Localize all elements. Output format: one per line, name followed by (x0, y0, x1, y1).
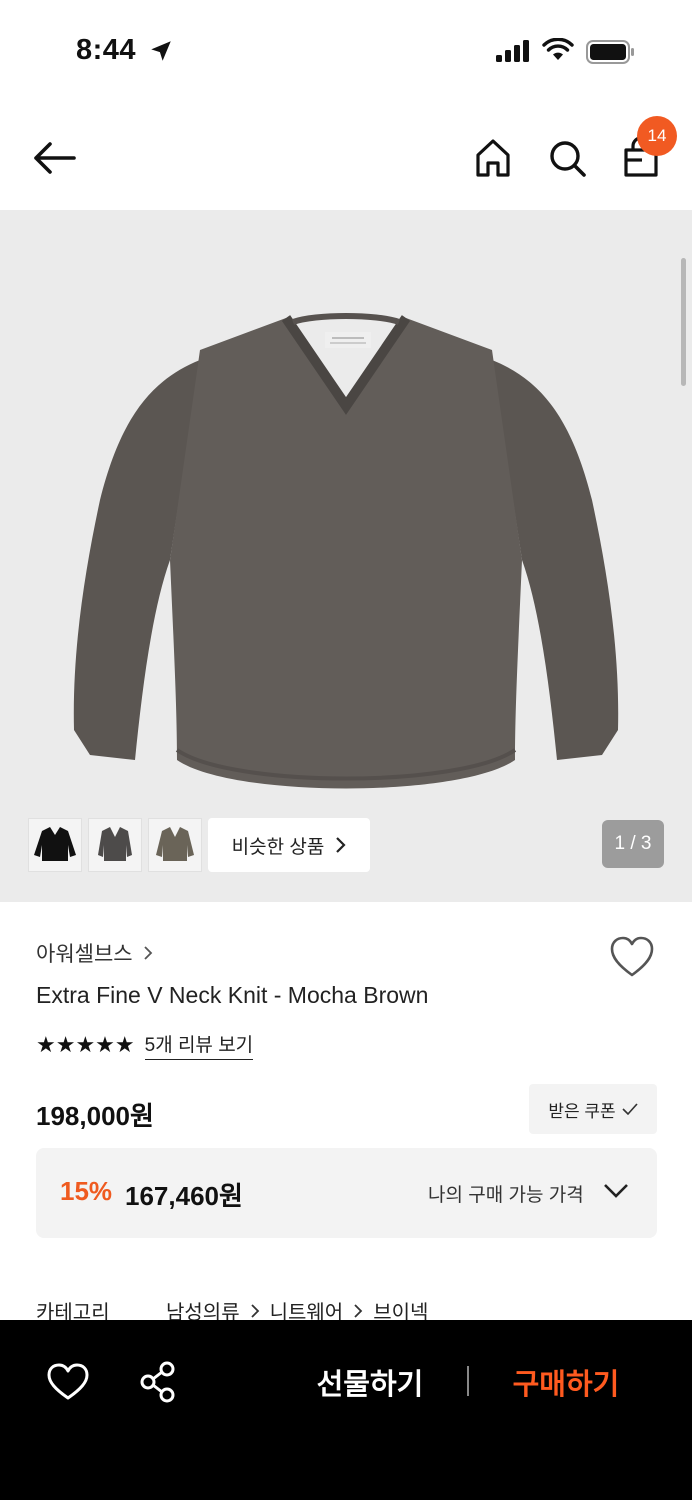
chevron-right-icon (143, 946, 152, 960)
rating-stars: ★★★★★ (36, 1032, 135, 1057)
original-price: 198,000원 (36, 1101, 154, 1131)
gift-button[interactable]: 선물하기 (300, 1360, 440, 1404)
app-header (0, 100, 692, 210)
search-button[interactable] (544, 136, 590, 180)
discount-rate: 15% (60, 1176, 113, 1206)
similar-products-button[interactable]: 비슷한 상품 (208, 818, 370, 872)
buy-button[interactable]: 구매하기 (496, 1360, 636, 1404)
cart-count-badge: 14 (637, 116, 677, 156)
coupon-button[interactable]: 받은 쿠폰 (529, 1084, 657, 1134)
my-price-panel[interactable]: 15% 167,460원 나의 구매 가능 가격 (36, 1148, 657, 1238)
heart-icon (610, 936, 654, 977)
check-icon (622, 1103, 638, 1115)
wifi-icon (542, 38, 574, 60)
gallery-scrollbar[interactable] (681, 258, 686, 386)
product-name: Extra Fine V Neck Knit - Mocha Brown (36, 982, 429, 1008)
cellular-signal-icon (496, 40, 529, 62)
search-icon (550, 141, 586, 177)
product-image-gallery[interactable]: 비슷한 상품 1 / 3 (0, 210, 692, 902)
location-arrow-icon (151, 41, 171, 61)
home-icon (476, 139, 510, 177)
thumbnail-mocha[interactable] (148, 818, 202, 872)
discount-price: 167,460원 (125, 1181, 243, 1211)
chevron-right-icon (336, 837, 346, 853)
thumbnail-charcoal[interactable] (88, 818, 142, 872)
image-page-indicator: 1 / 3 (602, 820, 664, 868)
my-price-label: 나의 구매 가능 가격 (428, 1185, 584, 1206)
share-button[interactable] (138, 1360, 178, 1404)
battery-icon (586, 40, 634, 64)
thumbnail-strip: 비슷한 상품 (28, 818, 370, 872)
chevron-right-icon (250, 1303, 259, 1318)
review-link[interactable]: 5개 리뷰 보기 (144, 1030, 254, 1060)
status-time: 8:44 (76, 34, 137, 66)
product-image (73, 313, 619, 789)
chevron-down-icon (604, 1184, 628, 1198)
back-button[interactable] (30, 138, 82, 178)
bottom-divider (467, 1366, 469, 1396)
share-icon (140, 1361, 175, 1403)
heart-icon (47, 1363, 89, 1400)
similar-products-label: 비슷한 상품 (231, 836, 325, 858)
home-button[interactable] (470, 136, 516, 180)
back-arrow-icon (34, 142, 76, 174)
chevron-right-icon (354, 1303, 363, 1318)
brand-name: 아워셀브스 (36, 943, 133, 966)
status-bar: 8:44 (0, 0, 692, 100)
coupon-label: 받은 쿠폰 (548, 1101, 616, 1121)
thumbnail-black[interactable] (28, 818, 82, 872)
brand-link[interactable]: 아워셀브스 (36, 938, 153, 968)
bottom-action-bar: 선물하기 구매하기 (0, 1320, 692, 1500)
wishlist-button[interactable] (608, 934, 656, 980)
bottom-wishlist-button[interactable] (46, 1362, 90, 1402)
rating-row: ★★★★★ 5개 리뷰 보기 (36, 1030, 254, 1060)
